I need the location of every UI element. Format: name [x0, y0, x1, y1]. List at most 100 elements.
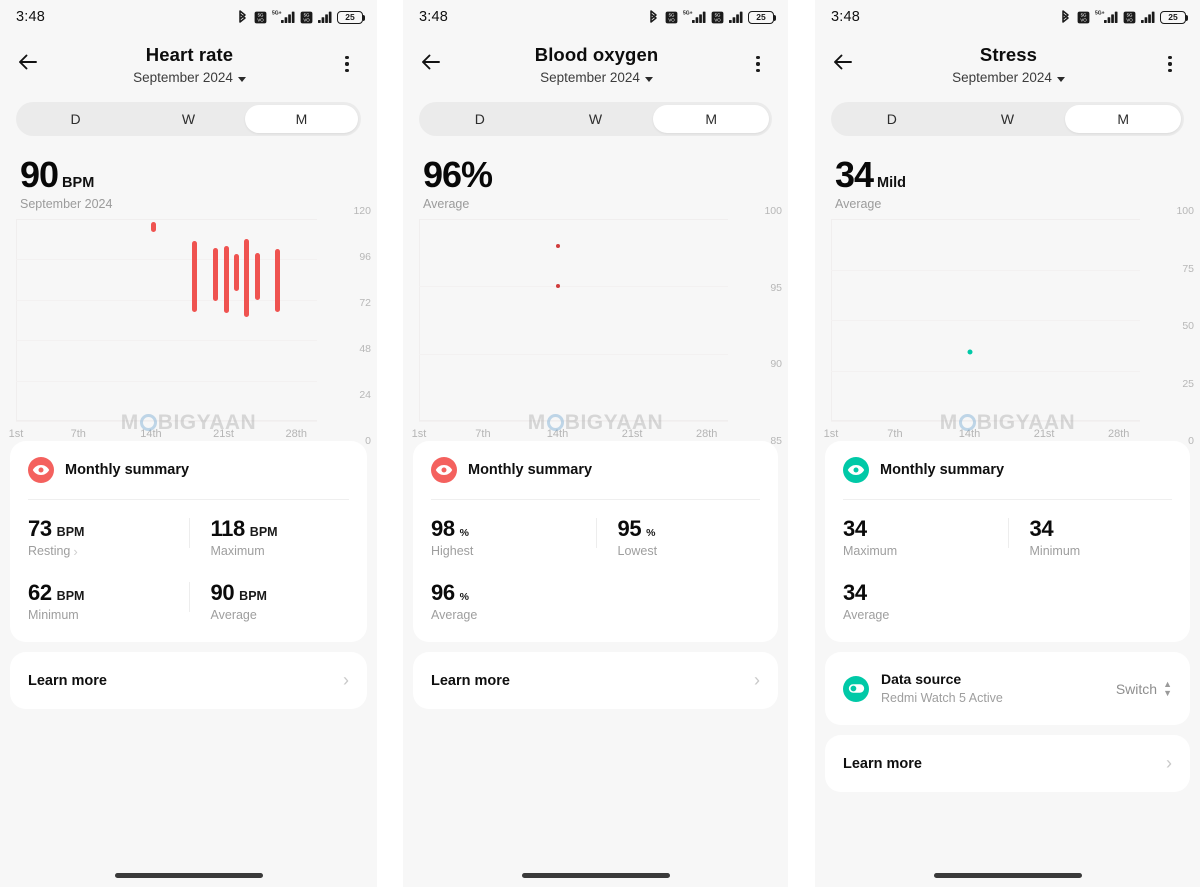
bluetooth-icon	[647, 9, 660, 25]
stat-label: Maximum	[843, 544, 898, 558]
chevron-right-icon: ›	[343, 670, 349, 690]
status-bar: 3:48 5G VO 5G+ 5G VO 25	[0, 0, 377, 34]
stat-label: Resting ›	[28, 543, 78, 559]
up-down-chevron-icon: ▲ ▼	[1163, 678, 1172, 698]
data-point	[555, 243, 560, 248]
stat-value: 62	[28, 580, 52, 605]
tab-month[interactable]: M	[653, 105, 770, 133]
summary-stat: 62 BPM Minimum	[28, 580, 189, 622]
tab-week[interactable]: W	[132, 105, 245, 133]
y-axis-tick: 95	[770, 281, 782, 294]
back-arrow-icon	[19, 54, 37, 70]
back-button[interactable]	[419, 50, 447, 78]
hero-caption: Average	[423, 197, 470, 211]
stat-unit: %	[646, 527, 656, 539]
back-button[interactable]	[16, 50, 44, 78]
battery-level-text: 25	[1168, 11, 1178, 22]
summary-stat: 98% Highest	[431, 516, 596, 558]
data-source-row[interactable]: Data source Redmi Watch 5 Active Switch ▲ ▼	[825, 652, 1190, 725]
phone-screen-stress: 3:48 5G VO 5G+ 5G VO 25 Stress September 2024 D W M…	[815, 0, 1200, 887]
more-options-button[interactable]	[746, 50, 770, 78]
sim-card-icon: 5GVO	[300, 11, 313, 23]
chart-blood-oxygen: 100 95 90 85 1st 7th 14th 21st 28th M BIGYAAN	[403, 205, 788, 447]
divider	[28, 499, 349, 500]
chart-heart-rate: 120 96 72 48 24 0 1st 7th 14th 21st 28th M BIGYAAN	[0, 205, 377, 447]
month-selector[interactable]: September 2024	[952, 68, 1065, 88]
tab-month[interactable]: M	[1065, 105, 1182, 133]
sim-card-icon: 5GVO	[1077, 11, 1090, 23]
home-indicator	[114, 873, 263, 878]
learn-more-label: Learn more	[843, 755, 922, 772]
hero-value-block: 90 BPM September 2024	[0, 136, 377, 212]
three-phone-screenshots: 3:48 5G VO 5G+ 5G VO 25 Heart rate September 202…	[0, 0, 1200, 887]
svg-text:VO: VO	[714, 17, 721, 22]
tab-day[interactable]: D	[834, 105, 950, 133]
period-selector-wrap: DWM	[0, 96, 377, 136]
tab-week[interactable]: W	[538, 105, 654, 133]
eye-icon	[28, 457, 54, 483]
summary-stat-grid: 34 Maximum 34 Minimum 34 Average	[843, 516, 1172, 622]
stat-label: Average	[210, 608, 257, 622]
tab-day[interactable]: D	[422, 105, 538, 133]
eye-icon	[843, 457, 869, 483]
divider	[431, 499, 760, 500]
back-button[interactable]	[831, 50, 859, 78]
x-axis-tick: 7th	[70, 428, 86, 440]
hero-caption: Average	[835, 197, 882, 211]
x-axis-tick: 21st	[213, 428, 234, 440]
x-axis-tick: 7th	[887, 428, 903, 440]
gridline	[419, 286, 728, 288]
learn-more-row[interactable]: Learn more ›	[10, 652, 367, 709]
data-point	[967, 349, 973, 355]
x-axis: 1st 7th 14th 21st 28th	[824, 421, 1140, 447]
sim1-icon: 5G VO	[1077, 11, 1090, 24]
hero-caption: September 2024	[20, 197, 113, 211]
bluetooth-icon	[236, 9, 249, 25]
sim1-icon: 5G VO	[665, 11, 678, 24]
period-selector-wrap: DWM	[815, 96, 1200, 136]
summary-stat: 90 BPM Average	[188, 580, 350, 622]
gridline	[16, 340, 317, 342]
chart-plot-area	[16, 219, 317, 422]
stat-label: Maximum	[210, 544, 265, 558]
bluetooth-icon	[650, 9, 657, 23]
x-axis-tick: 1st	[8, 428, 24, 440]
x-axis-tick: 1st	[411, 428, 427, 440]
summary-card-title: Monthly summary	[65, 462, 190, 478]
more-options-button[interactable]	[1158, 50, 1182, 78]
x-axis-tick: 21st	[621, 428, 643, 440]
sim-card-icon: 5GVO	[254, 11, 267, 23]
period-selector-wrap: DWM	[403, 96, 788, 136]
summary-stat[interactable]: 73 BPM Resting ›	[28, 516, 189, 558]
stat-value: 96	[431, 580, 455, 605]
svg-text:VO: VO	[303, 17, 310, 22]
hero-unit: BPM	[62, 175, 95, 191]
chart-stress: 100 75 50 25 0 1st 7th 14th 21st 28th M BIGYAAN	[815, 205, 1200, 447]
x-axis-tick: 7th	[475, 428, 491, 440]
gridline	[831, 269, 1140, 271]
summary-stat: 95% Lowest	[595, 516, 761, 558]
period-selector: DWM	[831, 102, 1184, 136]
x-axis-tick: 28th	[695, 428, 718, 440]
stat-unit: BPM	[249, 525, 278, 539]
eye-icon	[843, 457, 869, 483]
month-selector[interactable]: September 2024	[540, 68, 653, 88]
learn-more-row[interactable]: Learn more ›	[413, 652, 778, 709]
y-axis: 120 96 72 48 24 0	[333, 205, 377, 447]
learn-more-row[interactable]: Learn more ›	[825, 735, 1190, 792]
stat-value: 118	[210, 516, 246, 541]
svg-text:VO: VO	[1080, 17, 1087, 22]
tab-week[interactable]: W	[950, 105, 1066, 133]
toggle-icon	[848, 684, 864, 693]
month-selector[interactable]: September 2024	[133, 68, 246, 88]
y-axis: 100 95 90 85	[744, 205, 788, 447]
y-axis-tick: 72	[359, 297, 371, 309]
switch-data-source-button[interactable]: Switch ▲ ▼	[1116, 678, 1172, 698]
phone-screen-heart-rate: 3:48 5G VO 5G+ 5G VO 25 Heart rate September 202…	[0, 0, 377, 887]
learn-more-label: Learn more	[431, 672, 510, 689]
y-axis-tick: 85	[770, 435, 782, 447]
more-options-button[interactable]	[335, 50, 359, 78]
battery-icon: 25	[337, 10, 366, 24]
tab-day[interactable]: D	[19, 105, 132, 133]
tab-month[interactable]: M	[245, 105, 358, 133]
